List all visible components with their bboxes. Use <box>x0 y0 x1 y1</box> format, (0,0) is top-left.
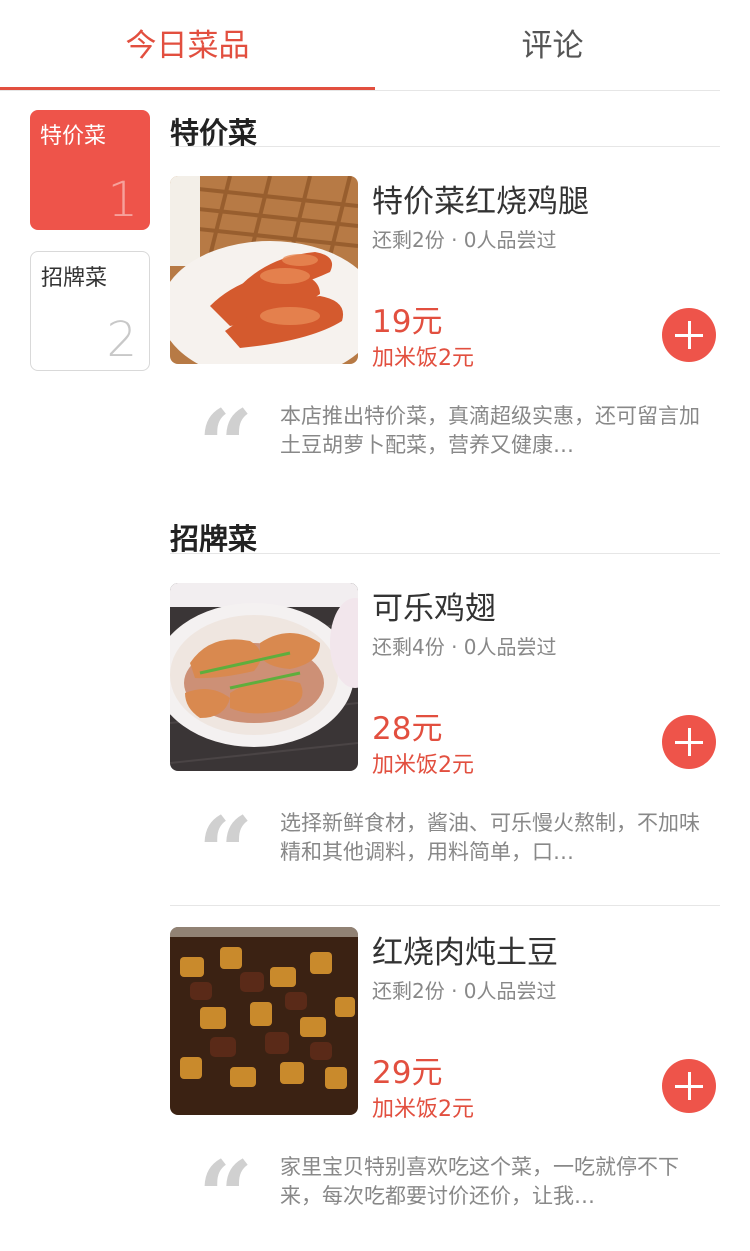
section-title: 招牌菜 <box>170 522 258 556</box>
category-label: 招牌菜 <box>41 266 108 291</box>
quote-icon: “ <box>198 796 254 909</box>
category-label: 特价菜 <box>40 124 107 149</box>
divider <box>170 553 720 554</box>
divider <box>170 146 720 147</box>
quote-icon: “ <box>198 389 254 502</box>
dish-card: 特价菜红烧鸡腿 还剩2份 · 0人品尝过 19元 加米饭2元 “ 本店推出特价菜… <box>170 176 720 494</box>
dish-stock-info: 还剩2份 · 0人品尝过 <box>372 979 557 1003</box>
add-to-cart-button[interactable] <box>662 1059 716 1113</box>
dish-photo-chicken-legs[interactable] <box>170 176 358 364</box>
dish-price: 28元 <box>372 711 443 747</box>
dish-name: 红烧肉炖土豆 <box>372 935 558 971</box>
category-signature[interactable]: 招牌菜 2 <box>30 251 150 371</box>
category-count: 1 <box>107 172 138 228</box>
tab-today-dishes[interactable]: 今日菜品 <box>0 0 375 91</box>
divider <box>170 905 720 906</box>
dish-name: 特价菜红烧鸡腿 <box>372 184 589 220</box>
add-to-cart-button[interactable] <box>662 308 716 362</box>
tab-bar: 今日菜品 评论 <box>0 0 720 91</box>
add-to-cart-button[interactable] <box>662 715 716 769</box>
dish-price: 19元 <box>372 304 443 340</box>
dish-name: 可乐鸡翅 <box>372 591 496 627</box>
dish-rice-addon: 加米饭2元 <box>372 753 474 778</box>
category-count: 2 <box>106 312 137 368</box>
tab-comments[interactable]: 评论 <box>365 0 740 91</box>
dish-card: 可乐鸡翅 还剩4份 · 0人品尝过 28元 加米饭2元 “ 选择新鲜食材，酱油、… <box>170 583 720 901</box>
dish-price: 29元 <box>372 1055 443 1091</box>
dish-description: 本店推出特价菜，真滴超级实惠，还可留言加土豆胡萝卜配菜，营养又健康… <box>280 404 700 457</box>
dish-card: 红烧肉炖土豆 还剩2份 · 0人品尝过 29元 加米饭2元 “ 家里宝贝特别喜欢… <box>170 927 720 1245</box>
dish-photo-cola-wings[interactable] <box>170 583 358 771</box>
category-special[interactable]: 特价菜 1 <box>30 110 150 230</box>
dish-stock-info: 还剩4份 · 0人品尝过 <box>372 635 557 659</box>
active-tab-indicator <box>0 87 375 90</box>
dish-photo-pork-potato[interactable] <box>170 927 358 1115</box>
quote-icon: “ <box>198 1140 254 1251</box>
dish-rice-addon: 加米饭2元 <box>372 346 474 371</box>
dish-stock-info: 还剩2份 · 0人品尝过 <box>372 228 557 252</box>
dish-description: 家里宝贝特别喜欢吃这个菜，一吃就停不下来，每次吃都要讨价还价，让我… <box>280 1155 679 1208</box>
dish-description: 选择新鲜食材，酱油、可乐慢火熬制，不加味精和其他调料，用料简单，口… <box>280 811 700 864</box>
dish-rice-addon: 加米饭2元 <box>372 1097 474 1122</box>
